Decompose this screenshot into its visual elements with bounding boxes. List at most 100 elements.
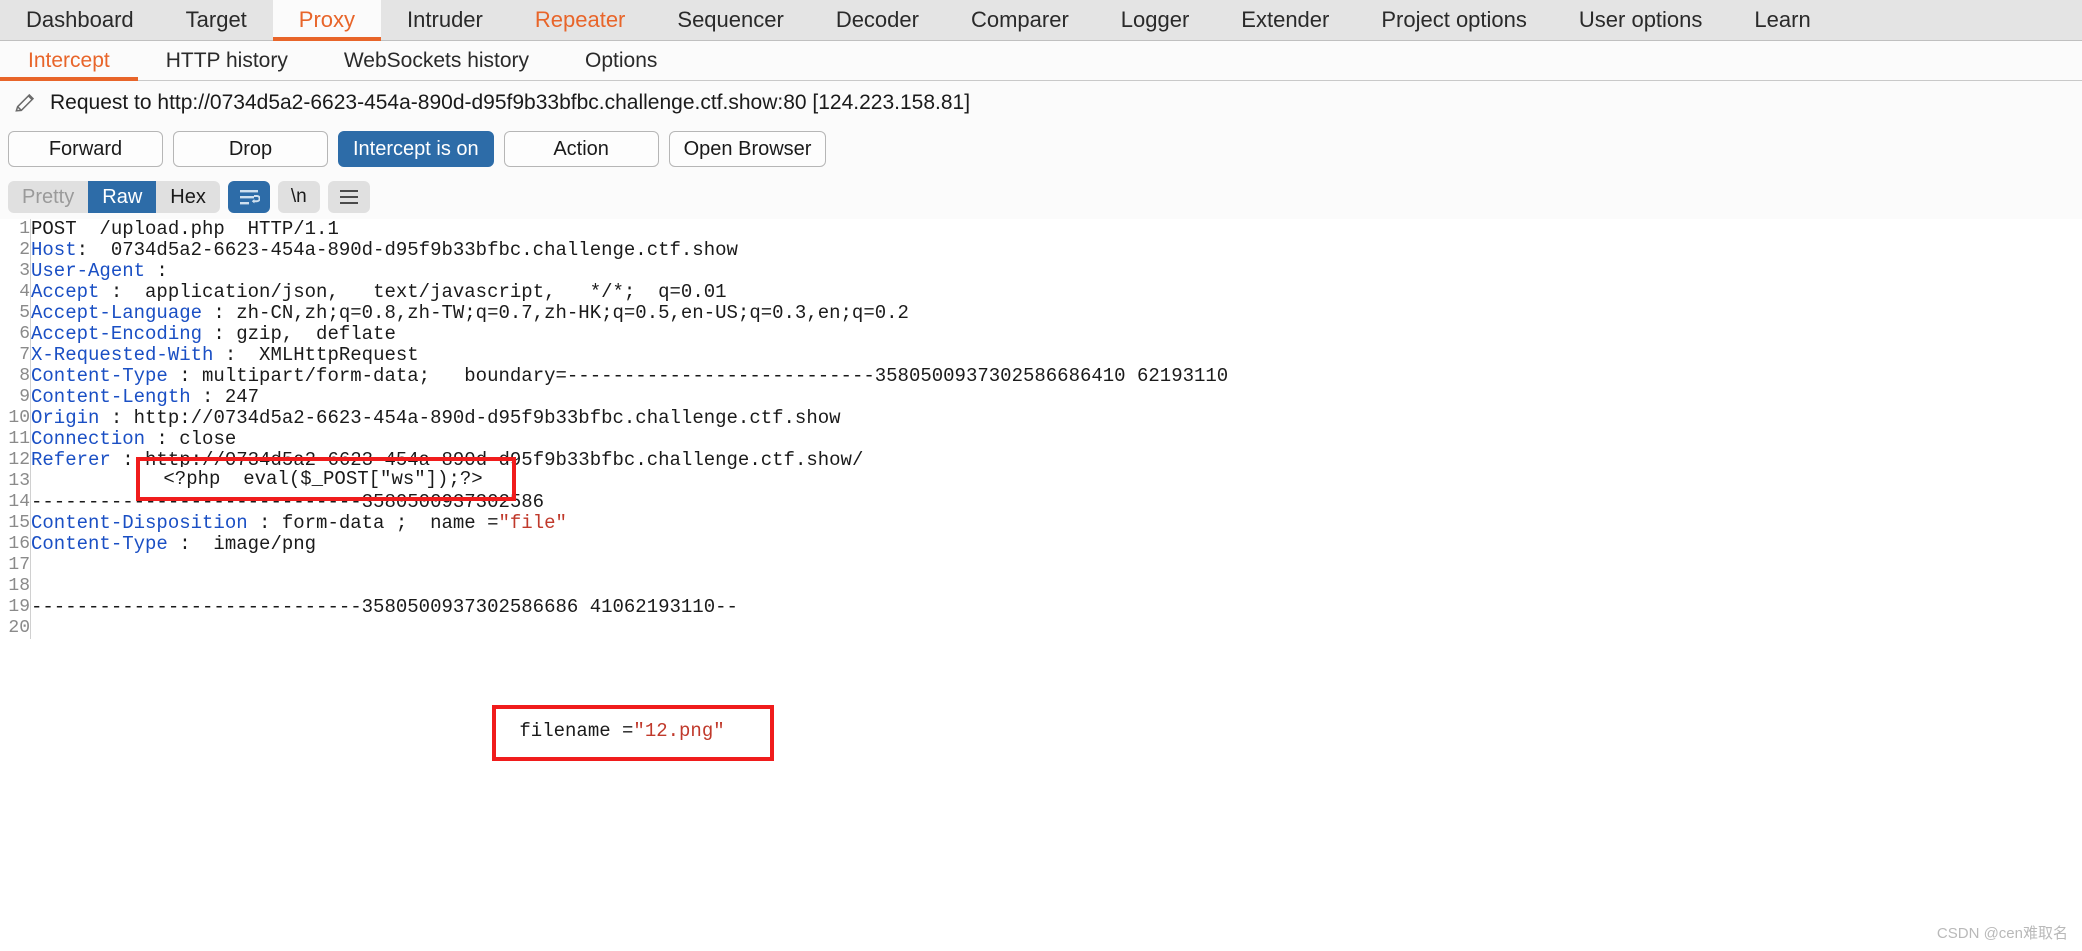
main-tab-bar: Dashboard Target Proxy Intruder Repeater… — [0, 0, 2082, 41]
action-button[interactable]: Action — [503, 131, 659, 167]
view-mode-pretty[interactable]: Pretty — [8, 181, 88, 213]
main-tab-target[interactable]: Target — [160, 0, 273, 40]
sub-tab-label: HTTP history — [165, 48, 288, 72]
sub-tab-http-history[interactable]: HTTP history — [138, 41, 316, 80]
code-line: 6 Accept-Encoding : gzip, deflate — [0, 324, 1228, 345]
forward-button-label: Forward — [48, 137, 123, 160]
main-tab-dashboard[interactable]: Dashboard — [0, 0, 160, 40]
drop-button-label: Drop — [228, 137, 273, 160]
main-tab-label: Intruder — [407, 7, 483, 32]
code-line: 9 Content-Length : 247 — [0, 387, 1228, 408]
code-line-text: Origin : http://0734d5a2-6623-454a-890d-… — [31, 408, 1228, 429]
code-line: 1 POST /upload.php HTTP/1.1 — [0, 219, 1228, 240]
main-tab-label: Learn — [1754, 7, 1811, 32]
header-name: Content-Type — [31, 365, 168, 387]
code-line: 10 Origin : http://0734d5a2-6623-454a-890… — [0, 408, 1228, 429]
code-line: 17 — [0, 555, 1228, 576]
main-tab-project-options[interactable]: Project options — [1355, 0, 1553, 40]
main-tab-repeater[interactable]: Repeater — [509, 0, 652, 40]
view-mode-segmented-control: Pretty Raw Hex — [8, 181, 220, 213]
code-line-text: Content-Disposition : form-data ; name =… — [31, 513, 1228, 534]
request-editor[interactable]: 1 POST /upload.php HTTP/1.1 2 Host: 0734d5a… — [0, 219, 2082, 943]
main-tab-user-options[interactable]: User options — [1553, 0, 1729, 40]
view-mode-raw-label: Raw — [102, 185, 143, 208]
code-line-text: Accept-Language : zh-CN,zh;q=0.8,zh-TW;q… — [31, 303, 1228, 324]
sub-tab-label: Options — [585, 48, 658, 72]
main-tab-label: Target — [185, 7, 247, 32]
filename-overlay-text: filename ="12.png" — [502, 719, 743, 744]
main-tab-learn[interactable]: Learn — [1728, 0, 1836, 40]
drop-button[interactable]: Drop — [173, 131, 328, 167]
header-name: Host — [31, 239, 77, 261]
code-line-text — [31, 576, 1228, 597]
main-tab-proxy[interactable]: Proxy — [272, 0, 382, 41]
code-line-text: Host: 0734d5a2-6623-454a-890d-d95f9b33bf… — [31, 240, 1228, 261]
code-text: : form-data ; name = — [247, 512, 499, 534]
editor-format-toolbar: Pretty Raw Hex \n — [0, 177, 2082, 219]
header-name: Connection — [31, 428, 146, 450]
request-code-body: 1 POST /upload.php HTTP/1.1 2 Host: 0734d5a… — [0, 219, 1228, 639]
code-line-text: Connection : close — [31, 429, 1228, 450]
header-name: Accept — [31, 281, 100, 303]
filename-label: filename = — [508, 720, 634, 742]
code-text: : 0734d5a2-6623-454a-890d-d95f9b33bfbc.c… — [76, 239, 738, 261]
main-tab-label: Comparer — [970, 7, 1069, 32]
editor-menu-button[interactable] — [327, 181, 370, 213]
main-tab-label: Logger — [1120, 7, 1190, 32]
word-wrap-icon — [239, 190, 260, 205]
code-line-text — [31, 618, 1228, 639]
main-tab-label: Decoder — [835, 7, 919, 32]
code-text: : — [145, 260, 191, 282]
code-line-text: User-Agent : — [31, 261, 1228, 282]
code-line-text: Content-Type : multipart/form-data; boun… — [31, 366, 1228, 387]
main-tab-label: Repeater — [534, 7, 626, 32]
main-tab-extender[interactable]: Extender — [1215, 0, 1355, 40]
open-browser-button[interactable]: Open Browser — [668, 131, 827, 167]
code-line: 16 Content-Type : image/png — [0, 534, 1228, 555]
filename-trailing-space — [725, 720, 736, 742]
code-line: 11 Connection : close — [0, 429, 1228, 450]
line-number: 9 — [19, 387, 30, 407]
line-number: 15 — [8, 513, 30, 533]
intercept-toggle-button[interactable]: Intercept is on — [338, 131, 494, 167]
main-tab-label: Sequencer — [677, 7, 784, 32]
code-text: -----------------------------35805009373… — [31, 491, 545, 513]
code-line-text: Accept : application/json, text/javascri… — [31, 282, 1228, 303]
code-line: 8 Content-Type : multipart/form-data; bou… — [0, 366, 1228, 387]
line-number: 3 — [19, 261, 30, 281]
code-text: : gzip, deflate — [202, 323, 396, 345]
code-text: : application/json, text/javascript, */*… — [99, 281, 727, 303]
code-line-text: -----------------------------35805009373… — [31, 597, 1228, 618]
filename-value: "12.png" — [633, 720, 725, 742]
main-tab-intruder[interactable]: Intruder — [381, 0, 509, 40]
word-wrap-toggle[interactable] — [227, 181, 270, 213]
view-mode-raw[interactable]: Raw — [88, 181, 157, 213]
sub-tab-websockets-history[interactable]: WebSockets history — [316, 41, 557, 80]
code-text: : multipart/form-data; boundary=--------… — [167, 365, 1229, 387]
view-mode-hex-label: Hex — [170, 185, 206, 208]
newline-icon: \n — [290, 186, 307, 207]
view-mode-pretty-label: Pretty — [22, 185, 75, 208]
code-line: 3 User-Agent : — [0, 261, 1228, 282]
line-number: 11 — [8, 429, 30, 449]
code-text: -----------------------------35805009373… — [31, 596, 738, 618]
forward-button[interactable]: Forward — [8, 131, 163, 167]
code-line-text: Accept-Encoding : gzip, deflate — [31, 324, 1228, 345]
watermark: CSDN @cen难取名 — [1936, 925, 2068, 942]
line-number: 14 — [8, 492, 30, 512]
main-tab-comparer[interactable]: Comparer — [945, 0, 1095, 40]
header-name: Accept-Language — [31, 302, 203, 324]
code-line-text: POST /upload.php HTTP/1.1 — [31, 219, 1228, 240]
code-line-text: -----------------------------35805009373… — [31, 492, 1228, 513]
sub-tab-options[interactable]: Options — [557, 41, 685, 80]
sub-tab-intercept[interactable]: Intercept — [0, 41, 138, 81]
main-tab-decoder[interactable]: Decoder — [810, 0, 945, 40]
view-mode-hex[interactable]: Hex — [156, 181, 220, 213]
code-text: POST /upload.php HTTP/1.1 — [31, 219, 339, 240]
line-number: 20 — [8, 618, 30, 638]
request-code-table: 1 POST /upload.php HTTP/1.1 2 Host: 0734d5a… — [0, 219, 1228, 639]
code-line: 14 -----------------------------358050093… — [0, 492, 1228, 513]
main-tab-logger[interactable]: Logger — [1095, 0, 1216, 40]
main-tab-sequencer[interactable]: Sequencer — [651, 0, 809, 40]
show-newlines-toggle[interactable]: \n — [277, 181, 320, 213]
